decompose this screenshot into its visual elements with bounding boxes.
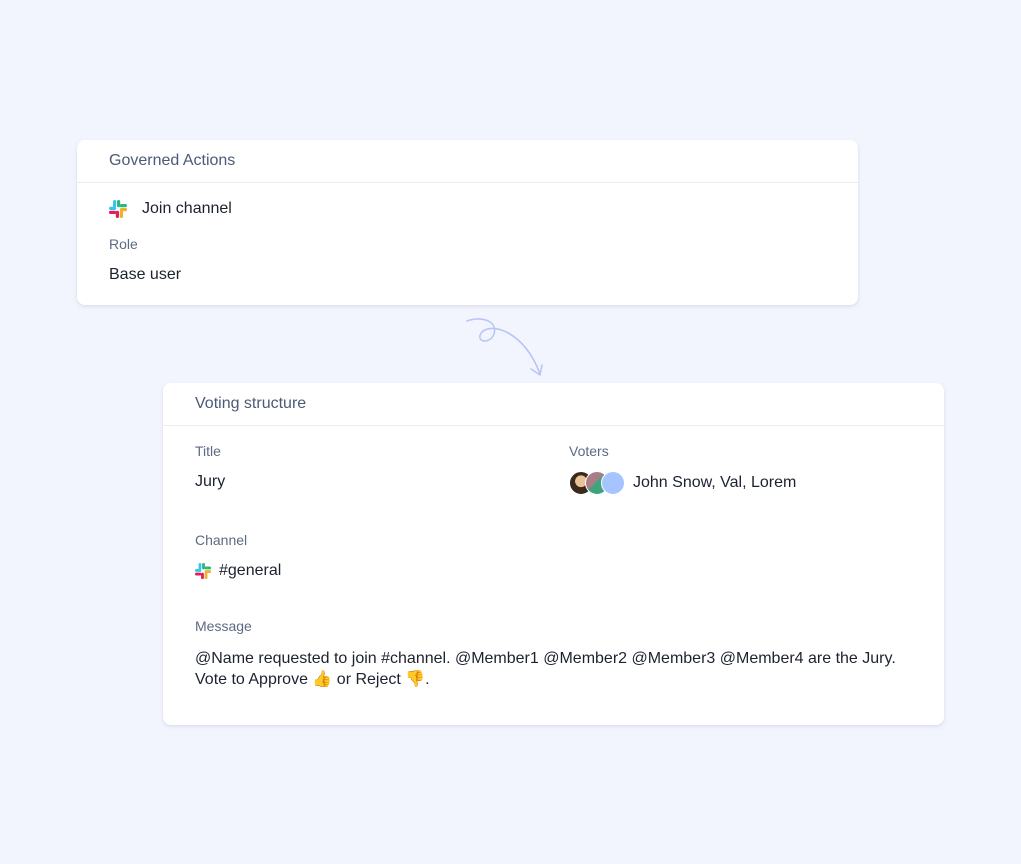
avatar <box>601 471 625 495</box>
voters-value: John Snow, Val, Lorem <box>633 474 797 491</box>
title-value: Jury <box>195 473 226 490</box>
role-value: Base user <box>109 266 182 283</box>
title-label: Title <box>195 443 221 459</box>
channel-label: Channel <box>195 532 248 548</box>
slack-icon <box>109 200 127 218</box>
voting-structure-title: Voting structure <box>195 395 307 412</box>
message-line: Vote to Approve 👍 or Reject 👎. <box>195 671 430 688</box>
voters-label: Voters <box>569 443 609 459</box>
voting-structure-header: Voting structure <box>163 383 944 426</box>
channel-row[interactable]: #general <box>195 562 281 580</box>
curly-arrow-icon <box>466 318 543 376</box>
governed-actions-header: Governed Actions <box>77 140 858 183</box>
message-text: @Name requested to join #channel. @Membe… <box>195 648 915 690</box>
voting-structure-card: Voting structure Title Jury Voters John … <box>163 383 944 725</box>
governed-actions-card: Governed Actions Join channel Role Base … <box>77 140 858 305</box>
governed-action-item[interactable]: Join channel <box>109 200 232 218</box>
voters-row[interactable]: John Snow, Val, Lorem <box>569 471 796 495</box>
channel-value: #general <box>219 562 282 579</box>
role-label: Role <box>109 236 138 252</box>
message-label: Message <box>195 618 252 634</box>
governed-actions-title: Governed Actions <box>109 152 236 169</box>
avatar-stack <box>569 471 627 495</box>
slack-icon <box>195 563 211 579</box>
message-line: @Name requested to join #channel. @Membe… <box>195 650 896 667</box>
governed-action-label: Join channel <box>142 200 232 217</box>
